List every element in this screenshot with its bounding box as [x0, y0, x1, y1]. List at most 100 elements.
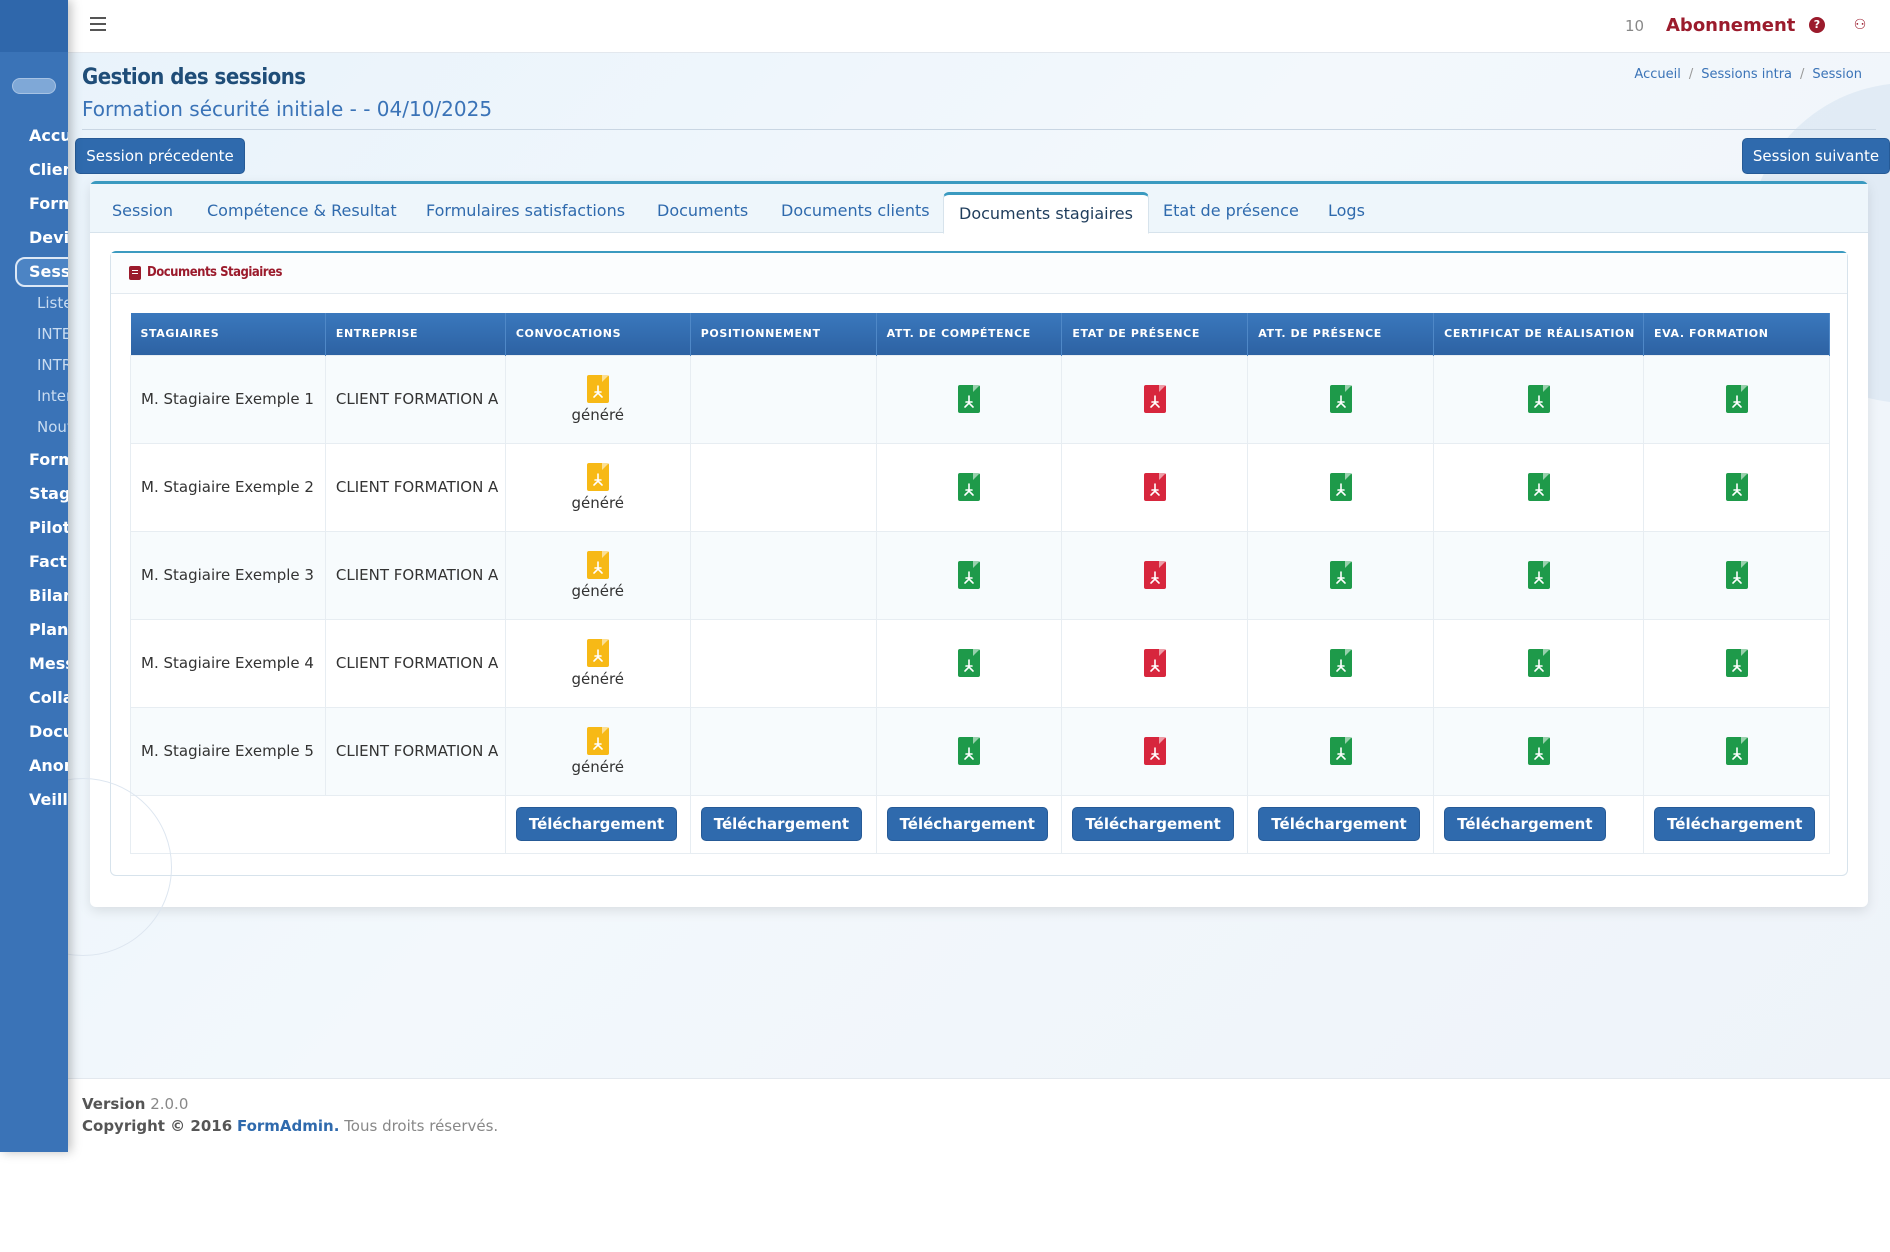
- download-positionnement-button[interactable]: Téléchargement: [700, 807, 863, 841]
- pdf-eva-formation-icon[interactable]: [1725, 385, 1748, 413]
- column-header-att-presence: Att. de présence: [1247, 313, 1435, 355]
- pdf-certificat-icon[interactable]: [1527, 737, 1550, 765]
- tab-competence-resultat[interactable]: Compétence & Resultat: [207, 201, 397, 220]
- sidebar-toggle[interactable]: [12, 78, 56, 94]
- pdf-certificat-icon[interactable]: [1527, 649, 1550, 677]
- pdf-eva-formation-icon[interactable]: [1725, 561, 1748, 589]
- download-att-competence-button[interactable]: Téléchargement: [886, 807, 1048, 841]
- pdf-att-presence-icon[interactable]: [1329, 737, 1352, 765]
- download-convocations-button[interactable]: Téléchargement: [515, 807, 678, 841]
- notification-count[interactable]: 10: [1625, 17, 1644, 35]
- sidebar-item-formulaires[interactable]: Formulaires: [29, 450, 68, 469]
- pdf-att-competence-icon[interactable]: [957, 561, 980, 589]
- brand-link[interactable]: FormAdmin.: [237, 1117, 339, 1135]
- convocation-cell: généré: [504, 354, 691, 444]
- download-etat-presence-button[interactable]: Téléchargement: [1072, 807, 1234, 841]
- tab-documents-stagiaires[interactable]: Documents stagiaires: [943, 192, 1149, 234]
- eva-formation-cell: [1643, 706, 1830, 796]
- pdf-certificat-icon[interactable]: [1527, 385, 1550, 413]
- download-certificat-button[interactable]: Téléchargement: [1444, 807, 1606, 841]
- eva-formation-cell: [1643, 530, 1830, 620]
- convocation-status: généré: [571, 757, 625, 776]
- pdf-att-presence-icon[interactable]: [1329, 385, 1352, 413]
- eva-formation-cell: [1643, 618, 1830, 708]
- sidebar-subitem-interne[interactable]: Interne: [37, 387, 68, 405]
- sidebar-item-collaborateurs[interactable]: Collaborateurs: [29, 688, 68, 707]
- tab-logs[interactable]: Logs: [1328, 201, 1365, 220]
- pdf-att-presence-icon[interactable]: [1329, 649, 1352, 677]
- etat-presence-cell: [1061, 442, 1249, 532]
- trainee-name: M. Stagiaire Exemple 1: [130, 354, 326, 444]
- pdf-att-competence-icon[interactable]: [957, 473, 980, 501]
- download-att-presence-button[interactable]: Téléchargement: [1258, 807, 1420, 841]
- sidebar-item-devis[interactable]: Devis: [29, 228, 68, 247]
- sidebar-item-pilotage[interactable]: Pilotage: [29, 518, 68, 537]
- pdf-eva-formation-icon[interactable]: [1725, 649, 1748, 677]
- download-row-spacer: [130, 794, 506, 854]
- copyright: Copyright © 2016 FormAdmin. Tous droits …: [82, 1117, 498, 1135]
- sidebar-item-clients[interactable]: Clients: [29, 160, 68, 179]
- subscription-link[interactable]: Abonnement: [1666, 15, 1795, 36]
- tab-documents-clients[interactable]: Documents clients: [781, 201, 930, 220]
- next-session-button[interactable]: Session suivante: [1742, 138, 1890, 174]
- sidebar-item-planning[interactable]: Planning: [29, 620, 68, 639]
- pdf-etat-presence-icon[interactable]: [1143, 473, 1166, 501]
- rights-text: Tous droits réservés.: [344, 1117, 499, 1135]
- download-cell: Téléchargement: [1433, 794, 1645, 854]
- convocation-status: généré: [571, 581, 625, 600]
- pdf-etat-presence-icon[interactable]: [1143, 385, 1166, 413]
- trainee-name: M. Stagiaire Exemple 3: [130, 530, 326, 620]
- sidebar-item-factures[interactable]: Factures: [29, 552, 68, 571]
- breadcrumb-accueil[interactable]: Accueil: [1634, 67, 1680, 82]
- breadcrumb-sessions-intra[interactable]: Sessions intra: [1701, 67, 1792, 82]
- pdf-att-competence-icon[interactable]: [957, 737, 980, 765]
- panel-title: Documents Stagiaires: [147, 265, 282, 280]
- pdf-convocation-icon[interactable]: [586, 726, 609, 755]
- pdf-convocation-icon[interactable]: [586, 638, 609, 667]
- pdf-att-presence-icon[interactable]: [1329, 561, 1352, 589]
- sidebar-item-sessions[interactable]: Sessions: [29, 262, 68, 281]
- certificat-cell: [1433, 530, 1645, 620]
- pdf-att-competence-icon[interactable]: [957, 385, 980, 413]
- version-number: 2.0.0: [150, 1095, 189, 1113]
- tab-formulaires-satisfactions[interactable]: Formulaires satisfactions: [426, 201, 625, 220]
- certificat-cell: [1433, 618, 1645, 708]
- pdf-etat-presence-icon[interactable]: [1143, 737, 1166, 765]
- sidebar-subitem-liste[interactable]: Liste: [37, 294, 68, 312]
- tab-documents[interactable]: Documents: [657, 201, 748, 220]
- pdf-certificat-icon[interactable]: [1527, 473, 1550, 501]
- pdf-etat-presence-icon[interactable]: [1143, 649, 1166, 677]
- sidebar-subitem-nouvelle[interactable]: Nouvelle: [37, 418, 68, 436]
- certificat-cell: [1433, 706, 1645, 796]
- pdf-convocation-icon[interactable]: [586, 374, 609, 403]
- pdf-att-presence-icon[interactable]: [1329, 473, 1352, 501]
- pdf-convocation-icon[interactable]: [586, 550, 609, 579]
- positionnement-cell: [689, 706, 877, 796]
- sidebar-item-messages[interactable]: Messages: [29, 654, 68, 673]
- sidebar-subitem-intra[interactable]: INTRA: [37, 356, 68, 374]
- download-eva-formation-button[interactable]: Téléchargement: [1654, 807, 1816, 841]
- tab-session[interactable]: Session: [112, 201, 173, 220]
- sidebar-item-formations[interactable]: Formations: [29, 194, 68, 213]
- pdf-etat-presence-icon[interactable]: [1143, 561, 1166, 589]
- pdf-att-competence-icon[interactable]: [957, 649, 980, 677]
- trainee-name: M. Stagiaire Exemple 2: [130, 442, 326, 532]
- user-settings-icon[interactable]: ⚇: [1852, 17, 1868, 33]
- sidebar-item-stagiaires[interactable]: Stagiaires: [29, 484, 68, 503]
- download-cell: Téléchargement: [1247, 794, 1435, 854]
- sidebar-item-bilan[interactable]: Bilan: [29, 586, 68, 605]
- sidebar-item-veille[interactable]: Veille: [29, 790, 68, 809]
- sidebar-item-documents[interactable]: Documents: [29, 722, 68, 741]
- etat-presence-cell: [1061, 354, 1249, 444]
- pdf-convocation-icon[interactable]: [586, 462, 609, 491]
- sidebar-subitem-inter[interactable]: INTER: [37, 325, 68, 343]
- pdf-certificat-icon[interactable]: [1527, 561, 1550, 589]
- pdf-eva-formation-icon[interactable]: [1725, 737, 1748, 765]
- sidebar-item-accueil[interactable]: Accueil: [29, 126, 68, 145]
- sidebar-item-anomalies[interactable]: Anomalies: [29, 756, 68, 775]
- help-icon[interactable]: ?: [1809, 17, 1825, 33]
- menu-icon[interactable]: [90, 17, 106, 31]
- pdf-eva-formation-icon[interactable]: [1725, 473, 1748, 501]
- tab-etat-presence[interactable]: Etat de présence: [1163, 201, 1299, 220]
- previous-session-button[interactable]: Session précedente: [75, 138, 245, 174]
